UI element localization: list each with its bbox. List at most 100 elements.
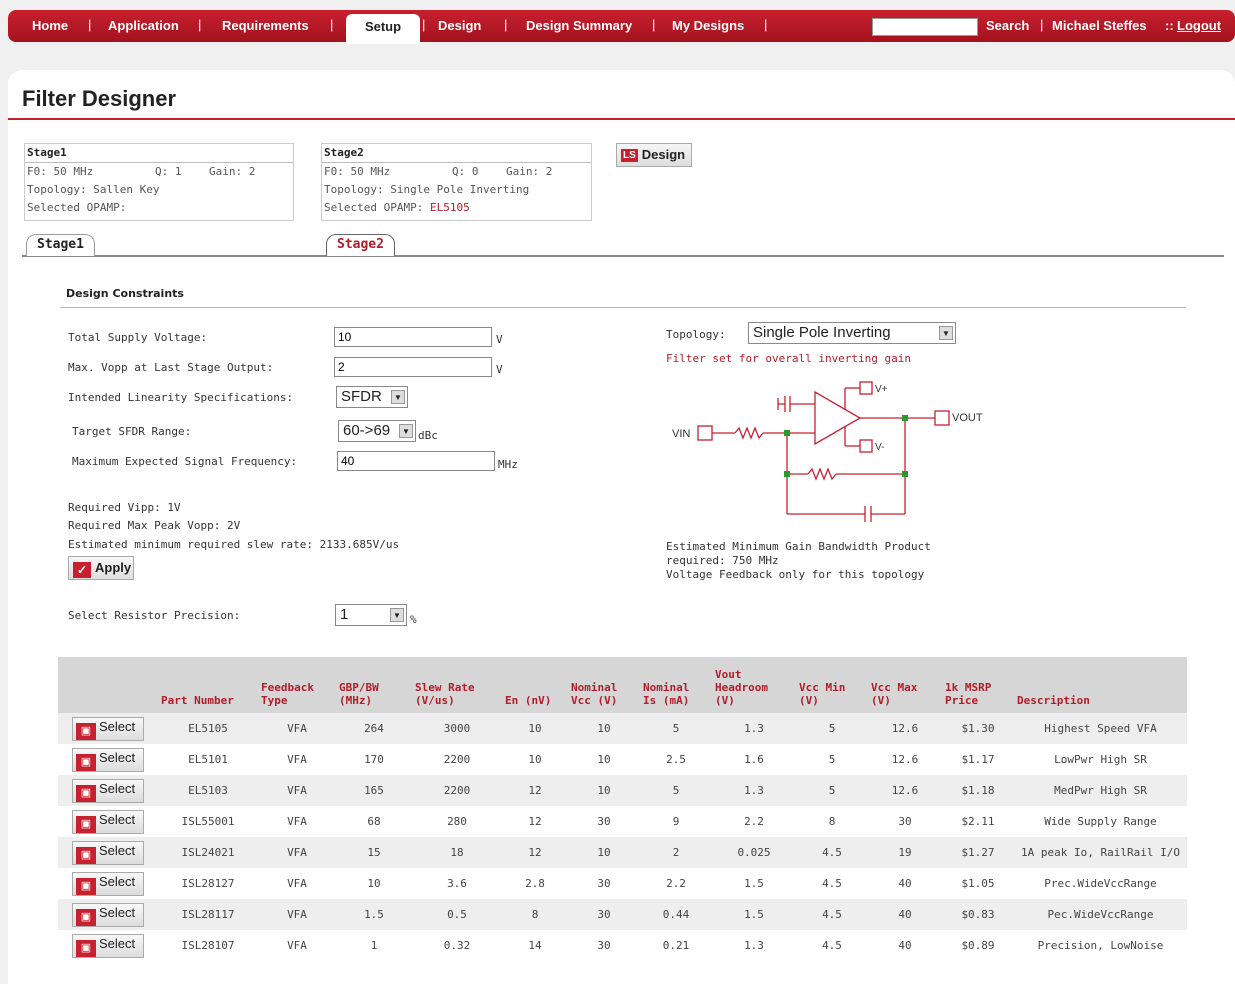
vout-headroom: 1.3 [712, 713, 796, 744]
stage1-opamp-row: Selected OPAMP: [25, 199, 293, 217]
section-divider [60, 307, 1186, 308]
select-button[interactable]: ▣ Select [72, 778, 144, 803]
nominal-is: 0.44 [640, 899, 712, 930]
price: $1.27 [942, 837, 1014, 868]
header-gbp: GBP/BW (MHz) [336, 657, 412, 713]
nominal-vcc: 10 [568, 744, 640, 775]
precision-label: Select Resistor Precision: [68, 609, 241, 622]
price: $0.83 [942, 899, 1014, 930]
search-button[interactable]: Search [986, 18, 1029, 33]
nav-separator: | [330, 17, 334, 32]
nav-design[interactable]: Design [438, 18, 481, 33]
sfdr-value: 60->69 [343, 422, 391, 439]
part-number: ISL55001 [158, 806, 258, 837]
price: $0.89 [942, 930, 1014, 961]
user-separator: :: [1165, 18, 1174, 33]
apply-button[interactable]: ✓ Apply [68, 556, 134, 580]
vopp-input[interactable] [334, 357, 492, 377]
opamp-results-table: Part Number Feedback Type GBP/BW (MHz) S… [58, 657, 1187, 961]
table-header-row: Part Number Feedback Type GBP/BW (MHz) S… [58, 657, 1187, 713]
stage2-params: F0: 50 MHz Q: 0 Gain: 2 [322, 163, 591, 181]
vout-headroom: 1.3 [712, 930, 796, 961]
nominal-is: 5 [640, 713, 712, 744]
vout-headroom: 1.6 [712, 744, 796, 775]
freq-label: Maximum Expected Signal Frequency: [72, 455, 298, 468]
vcc-min: 5 [796, 775, 868, 806]
resistor-precision-select[interactable]: 1 ▼ [335, 604, 407, 626]
chip-icon: ▣ [76, 753, 96, 771]
vcc-min: 4.5 [796, 868, 868, 899]
en: 8 [502, 899, 568, 930]
required-vipp: Required Vipp: 1V [68, 501, 181, 514]
nominal-is: 2.5 [640, 744, 712, 775]
top-nav-bar: Home | Application | Requirements | Setu… [8, 10, 1235, 44]
vcc-max: 19 [868, 837, 942, 868]
topology-select[interactable]: Single Pole Inverting ▼ [748, 322, 956, 344]
vminus-label: V- [875, 442, 884, 453]
stage2-summary: Stage2 F0: 50 MHz Q: 0 Gain: 2 Topology:… [321, 143, 592, 221]
topology-note: Filter set for overall inverting gain [666, 352, 912, 365]
table-row: ▣ Select ISL28117 VFA 1.5 0.5 8 30 0.44 1… [58, 899, 1187, 930]
part-number: EL5103 [158, 775, 258, 806]
nav-setup-active[interactable]: Setup [346, 14, 420, 44]
supply-label: Total Supply Voltage: [68, 331, 208, 344]
gbp: 264 [336, 713, 412, 744]
gbp-estimate-line2: required: 750 MHz [666, 554, 779, 567]
vcc-min: 4.5 [796, 837, 868, 868]
table-row: ▣ Select ISL24021 VFA 15 18 12 10 2 0.025… [58, 837, 1187, 868]
vminus-terminal [859, 439, 873, 453]
vout-label: VOUT [952, 412, 983, 424]
part-number: ISL24021 [158, 837, 258, 868]
description: Highest Speed VFA [1014, 713, 1187, 744]
description: LowPwr High SR [1014, 744, 1187, 775]
tab-stage2[interactable]: Stage2 [326, 234, 395, 256]
stage2-gain: Gain: 2 [506, 165, 553, 178]
select-button[interactable]: ▣ Select [72, 716, 144, 741]
select-button[interactable]: ▣ Select [72, 871, 144, 896]
select-button[interactable]: ▣ Select [72, 747, 144, 772]
nav-separator: | [198, 17, 202, 32]
vcc-min: 8 [796, 806, 868, 837]
select-button[interactable]: ▣ Select [72, 809, 144, 834]
logout-link[interactable]: Logout [1177, 18, 1221, 33]
feedback-resistor [807, 467, 837, 481]
chevron-down-icon: ▼ [939, 326, 953, 340]
nav-separator: | [422, 17, 426, 32]
select-button[interactable]: ▣ Select [72, 902, 144, 927]
apply-label: Apply [95, 560, 132, 575]
vout-headroom: 1.5 [712, 868, 796, 899]
supply-unit: V [496, 333, 503, 346]
vout-headroom: 0.025 [712, 837, 796, 868]
search-input[interactable] [872, 18, 978, 36]
nav-separator: | [1040, 17, 1044, 32]
stage2-q: Q: 0 [452, 165, 479, 178]
nav-separator: | [504, 17, 508, 32]
nav-application[interactable]: Application [108, 18, 179, 33]
select-label: Select [99, 904, 136, 920]
signal-frequency-input[interactable] [337, 451, 495, 471]
gbp: 1.5 [336, 899, 412, 930]
nav-requirements[interactable]: Requirements [222, 18, 309, 33]
en: 12 [502, 806, 568, 837]
nav-design-summary[interactable]: Design Summary [526, 18, 632, 33]
vopp-unit: V [496, 363, 503, 376]
sfdr-range-select[interactable]: 60->69 ▼ [338, 420, 416, 442]
nav-home[interactable]: Home [32, 18, 68, 33]
chip-icon: ▣ [76, 877, 96, 895]
table-row: ▣ Select ISL28107 VFA 1 0.32 14 30 0.21 1… [58, 930, 1187, 961]
nav-my-designs[interactable]: My Designs [672, 18, 744, 33]
description: Prec.WideVccRange [1014, 868, 1187, 899]
design-button[interactable]: LS Design [616, 143, 692, 167]
select-button[interactable]: ▣ Select [72, 933, 144, 958]
vcc-max: 12.6 [868, 775, 942, 806]
select-button[interactable]: ▣ Select [72, 840, 144, 865]
chip-icon: ▣ [76, 846, 96, 864]
supply-voltage-input[interactable] [334, 327, 492, 347]
linearity-select[interactable]: SFDR ▼ [336, 386, 408, 408]
tab-stage1[interactable]: Stage1 [26, 234, 95, 256]
price: $2.11 [942, 806, 1014, 837]
price: $1.18 [942, 775, 1014, 806]
header-slew-rate: Slew Rate (V/us) [412, 657, 502, 713]
vcc-max: 30 [868, 806, 942, 837]
vout-headroom: 1.5 [712, 899, 796, 930]
